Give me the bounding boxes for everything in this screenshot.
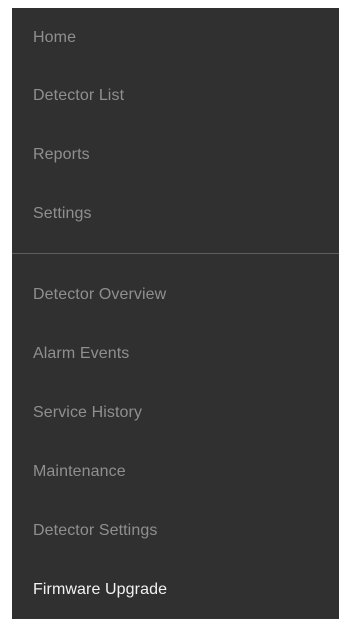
- menu-item-maintenance[interactable]: Maintenance: [33, 462, 126, 482]
- menu-item-detector-list[interactable]: Detector List: [33, 86, 124, 106]
- navigation-menu: Home Detector List Reports Settings Dete…: [12, 8, 339, 619]
- menu-item-detector-overview[interactable]: Detector Overview: [33, 285, 166, 305]
- menu-item-home[interactable]: Home: [33, 28, 76, 48]
- menu-item-reports[interactable]: Reports: [33, 145, 90, 165]
- menu-item-firmware-upgrade[interactable]: Firmware Upgrade: [33, 580, 167, 600]
- menu-item-alarm-events[interactable]: Alarm Events: [33, 344, 129, 364]
- menu-item-settings[interactable]: Settings: [33, 204, 92, 224]
- menu-divider: [12, 253, 339, 254]
- menu-item-detector-settings[interactable]: Detector Settings: [33, 521, 157, 541]
- menu-item-service-history[interactable]: Service History: [33, 403, 142, 423]
